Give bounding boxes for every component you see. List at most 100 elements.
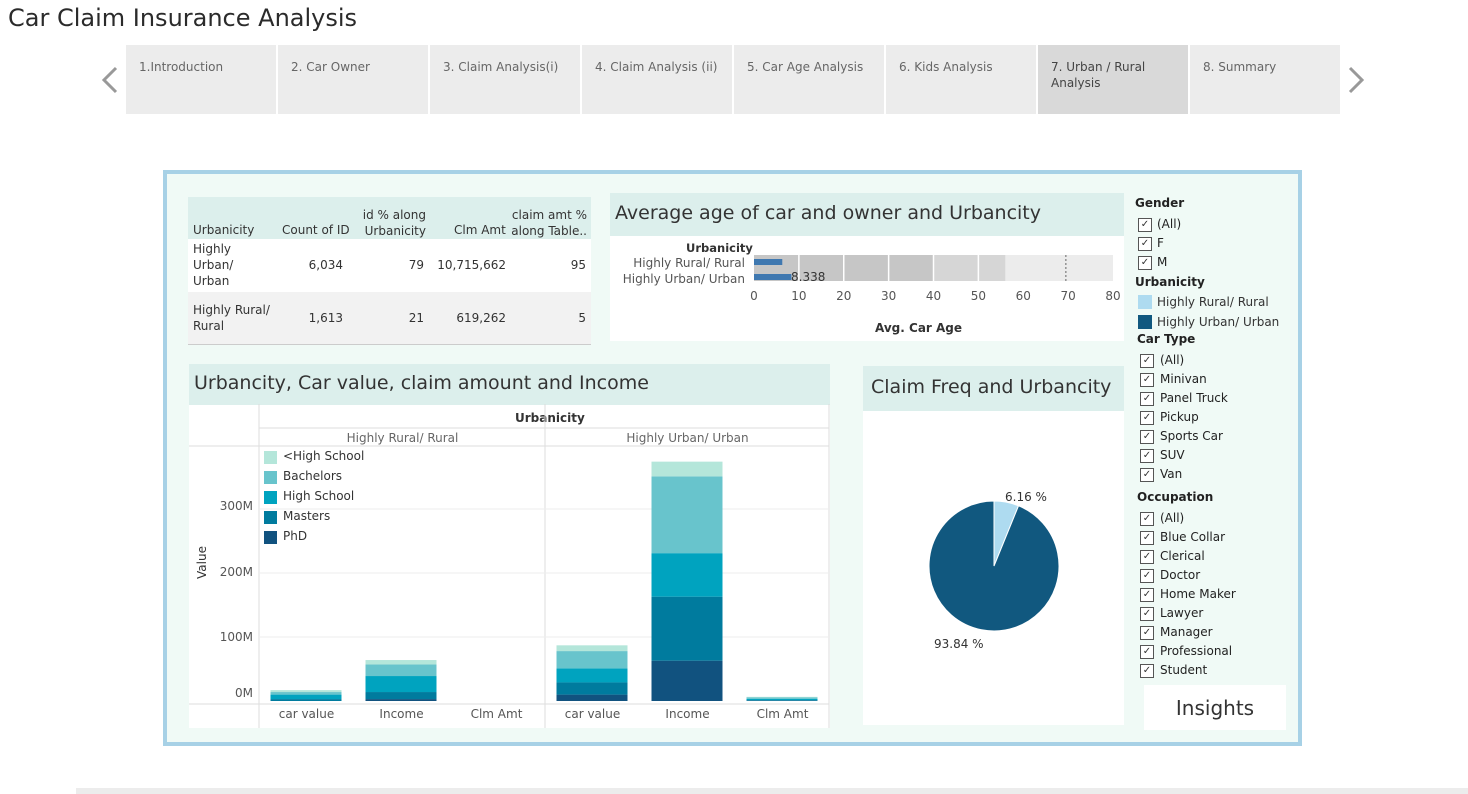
occupation-filter-title: Occupation xyxy=(1137,490,1214,504)
filter-option-label[interactable]: (All) xyxy=(1157,217,1181,231)
urbanicity-legend-item[interactable]: Highly Rural/ Rural xyxy=(1157,295,1269,309)
filter-checkbox[interactable]: ✓ xyxy=(1140,468,1154,482)
stack-bar-segment[interactable] xyxy=(556,682,628,695)
next-arrow-icon[interactable] xyxy=(1338,60,1374,100)
bottom-scroll-bar[interactable] xyxy=(76,788,1468,794)
stack-bar-segment[interactable] xyxy=(365,699,437,701)
filter-option-label[interactable]: Minivan xyxy=(1160,372,1207,386)
age-bar-rural[interactable] xyxy=(754,259,783,265)
filter-option-label[interactable]: Student xyxy=(1160,663,1207,677)
filter-checkbox[interactable]: ✓ xyxy=(1140,550,1154,564)
tab-claim-analysis-ii[interactable]: 4. Claim Analysis (ii) xyxy=(582,45,732,114)
tab-car-age-analysis[interactable]: 5. Car Age Analysis xyxy=(734,45,884,114)
legend-label[interactable]: Masters xyxy=(283,509,330,523)
filter-option-label[interactable]: Professional xyxy=(1160,644,1232,658)
filter-option-label[interactable]: F xyxy=(1157,236,1164,250)
age-data-label: 8.338 xyxy=(791,270,826,284)
stack-bar-segment[interactable] xyxy=(651,553,723,597)
legend-label[interactable]: High School xyxy=(283,489,354,503)
avg-age-chart-title: Average age of car and owner and Urbanci… xyxy=(610,193,1124,236)
tab-summary[interactable]: 8. Summary xyxy=(1190,45,1340,114)
filter-option-label[interactable]: (All) xyxy=(1160,511,1184,525)
filter-checkbox[interactable]: ✓ xyxy=(1140,645,1154,659)
legend-label[interactable]: <High School xyxy=(283,449,364,463)
filter-option-label[interactable]: SUV xyxy=(1160,448,1185,462)
tab-introduction[interactable]: 1.Introduction xyxy=(126,45,276,114)
col-header-count: Count of ID xyxy=(282,223,350,237)
stack-bar-segment[interactable] xyxy=(556,694,628,701)
filter-option-label[interactable]: Home Maker xyxy=(1160,587,1236,601)
stack-bar-segment[interactable] xyxy=(746,700,818,701)
filter-checkbox[interactable]: ✓ xyxy=(1138,256,1152,270)
stack-bar-segment[interactable] xyxy=(365,664,437,677)
table-row[interactable]: Highly Urban/ Urban 6,034 79 10,715,662 … xyxy=(188,239,591,292)
stack-bar-segment[interactable] xyxy=(365,660,437,665)
table-row[interactable]: Highly Rural/ Rural 1,613 21 619,262 5 xyxy=(188,292,591,345)
filter-option-label[interactable]: M xyxy=(1157,255,1167,269)
dashboard: Urbanicity Count of ID id % along Urbani… xyxy=(163,170,1302,746)
insights-button[interactable]: Insights xyxy=(1144,685,1286,730)
filter-checkbox[interactable]: ✓ xyxy=(1140,607,1154,621)
filter-checkbox[interactable]: ✓ xyxy=(1140,430,1154,444)
filter-option-label[interactable]: Blue Collar xyxy=(1160,530,1225,544)
filter-option-label[interactable]: Clerical xyxy=(1160,549,1205,563)
filter-option-label[interactable]: Van xyxy=(1160,467,1182,481)
stack-bar-segment[interactable] xyxy=(746,697,818,699)
filter-option-label[interactable]: Sports Car xyxy=(1160,429,1223,443)
tab-urban-rural-analysis[interactable]: 7. Urban / Rural Analysis xyxy=(1038,45,1188,114)
stack-bar-segment[interactable] xyxy=(365,692,437,700)
filter-checkbox[interactable]: ✓ xyxy=(1140,512,1154,526)
measure-label: car value xyxy=(278,707,335,721)
urbanicity-table: Urbanicity Count of ID id % along Urbani… xyxy=(188,197,591,345)
age-bar-urban[interactable] xyxy=(754,274,792,280)
filter-checkbox[interactable]: ✓ xyxy=(1138,218,1152,232)
urbanicity-legend-title: Urbanicity xyxy=(1135,275,1205,289)
stack-bar-segment[interactable] xyxy=(556,651,628,669)
legend-label[interactable]: Bachelors xyxy=(283,469,342,483)
stack-bar-segment[interactable] xyxy=(746,696,818,698)
filter-checkbox[interactable]: ✓ xyxy=(1140,354,1154,368)
stack-bar-segment[interactable] xyxy=(270,692,342,695)
filter-option-label[interactable]: Manager xyxy=(1160,625,1213,639)
stack-bar-segment[interactable] xyxy=(556,645,628,652)
age-x-tick-label: 60 xyxy=(1016,289,1031,303)
stack-bar-segment[interactable] xyxy=(556,668,628,683)
stack-bar-segment[interactable] xyxy=(365,676,437,693)
stack-bar-segment[interactable] xyxy=(651,660,723,701)
filter-option-label[interactable]: Doctor xyxy=(1160,568,1200,582)
tab-car-owner[interactable]: 2. Car Owner xyxy=(278,45,428,114)
filter-checkbox[interactable]: ✓ xyxy=(1140,373,1154,387)
legend-swatch xyxy=(1138,295,1152,309)
filter-option-label[interactable]: Lawyer xyxy=(1160,606,1203,620)
filter-checkbox[interactable]: ✓ xyxy=(1140,411,1154,425)
stack-bar-segment[interactable] xyxy=(651,461,723,477)
stack-bar-segment[interactable] xyxy=(270,699,342,701)
filter-checkbox[interactable]: ✓ xyxy=(1140,664,1154,678)
filter-option-label[interactable]: Panel Truck xyxy=(1160,391,1228,405)
filter-checkbox[interactable]: ✓ xyxy=(1140,626,1154,640)
previous-arrow-icon[interactable] xyxy=(94,60,130,100)
age-x-tick-label: 50 xyxy=(971,289,986,303)
stack-bar-segment[interactable] xyxy=(651,596,723,661)
age-x-tick-label: 10 xyxy=(791,289,806,303)
filter-checkbox[interactable]: ✓ xyxy=(1138,237,1152,251)
measure-label: Income xyxy=(665,707,710,721)
filter-checkbox[interactable]: ✓ xyxy=(1140,531,1154,545)
age-x-tick-label: 80 xyxy=(1105,289,1120,303)
tab-kids-analysis[interactable]: 6. Kids Analysis xyxy=(886,45,1036,114)
legend-label[interactable]: PhD xyxy=(283,529,307,543)
filter-checkbox[interactable]: ✓ xyxy=(1140,569,1154,583)
filter-checkbox[interactable]: ✓ xyxy=(1140,449,1154,463)
stack-bar-segment[interactable] xyxy=(270,694,342,700)
filter-checkbox[interactable]: ✓ xyxy=(1140,392,1154,406)
urbanicity-legend-item[interactable]: Highly Urban/ Urban xyxy=(1157,315,1279,329)
stack-bar-segment[interactable] xyxy=(270,690,342,693)
filter-option-label[interactable]: (All) xyxy=(1160,353,1184,367)
stack-bar-segment[interactable] xyxy=(746,698,818,701)
stack-bar-segment[interactable] xyxy=(651,476,723,554)
pie-slice[interactable] xyxy=(928,500,1060,632)
filter-checkbox[interactable]: ✓ xyxy=(1140,588,1154,602)
tab-claim-analysis-i[interactable]: 3. Claim Analysis(i) xyxy=(430,45,580,114)
filter-option-label[interactable]: Pickup xyxy=(1160,410,1199,424)
page-title: Car Claim Insurance Analysis xyxy=(8,4,358,32)
